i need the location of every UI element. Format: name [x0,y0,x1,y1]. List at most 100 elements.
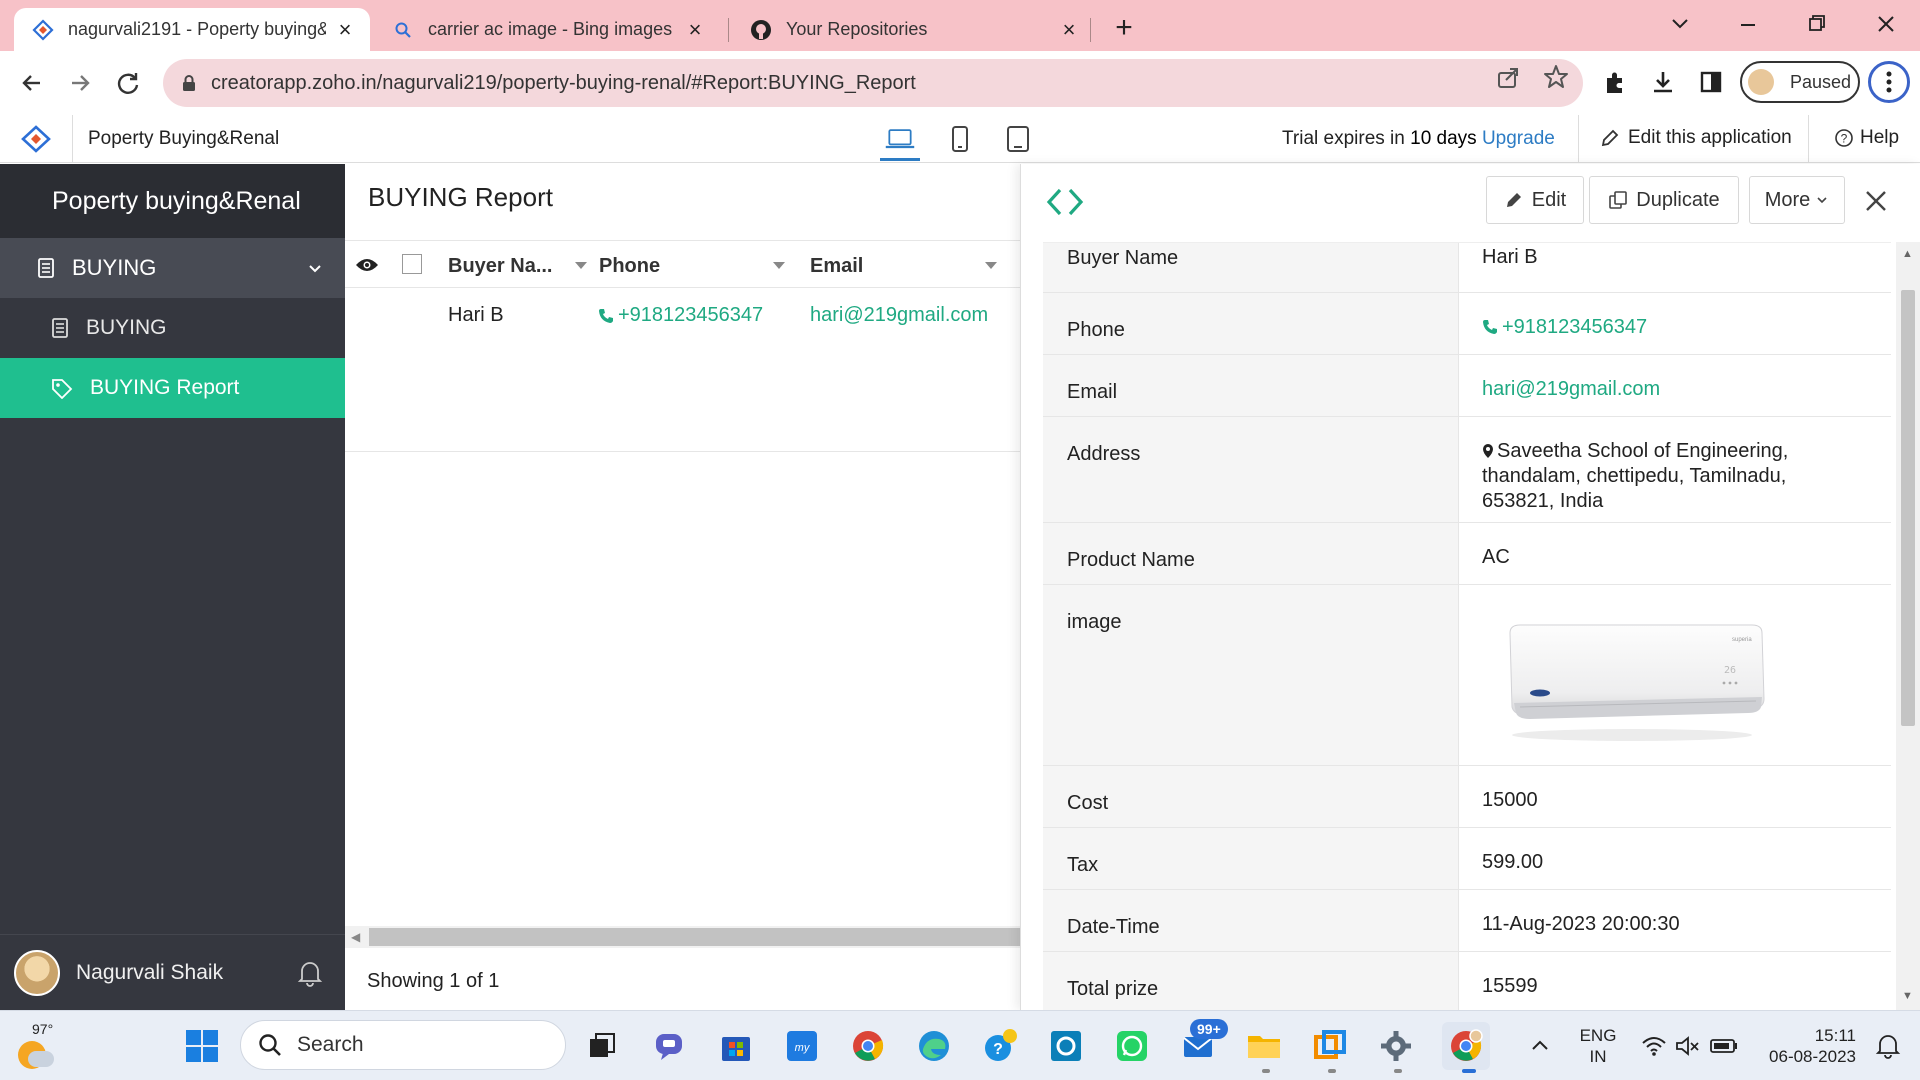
sidebar-group-buying[interactable]: BUYING [0,238,345,298]
settings-gear-icon[interactable] [1376,1026,1416,1066]
pencil-icon [1506,193,1521,207]
new-tab-button[interactable]: + [1106,10,1142,46]
reload-button[interactable] [110,65,146,101]
eye-icon[interactable] [355,257,379,273]
language-indicator[interactable]: ENG IN [1576,1025,1620,1067]
volume-muted-icon[interactable] [1668,1026,1708,1066]
edge-icon[interactable] [914,1026,954,1066]
show-hidden-icons[interactable] [1520,1026,1560,1066]
tab-github-repos[interactable]: Your Repositories × [732,8,1094,51]
zoho-creator-logo[interactable] [20,125,52,153]
sidebar-user[interactable]: Nagurvali Shaik [0,934,345,1010]
field-label: Tax [1043,828,1458,889]
more-actions-button[interactable]: More [1749,176,1845,224]
restore-icon[interactable] [1796,6,1836,42]
tablet-view-icon[interactable] [1002,124,1034,154]
scroll-down-icon[interactable]: ▼ [1902,990,1913,1002]
microsoft-store-icon[interactable] [716,1026,756,1066]
tab-bing-images[interactable]: carrier ac image - Bing images × [374,8,720,51]
close-icon[interactable] [1863,188,1889,214]
field-value: superia 26 [1458,585,1873,765]
ac-display-text: 26 [1724,665,1736,676]
sidebar-item-buying-form[interactable]: BUYING [0,298,345,358]
scrollbar-thumb[interactable] [1901,290,1915,726]
bell-icon[interactable] [297,959,323,987]
air-conditioner-image[interactable]: superia 26 [1474,603,1784,743]
task-view-icon[interactable] [582,1026,622,1066]
field-row-product-name: Product Name AC [1043,523,1891,585]
tab-title: carrier ac image - Bing images [428,19,673,39]
chrome-profile-icon[interactable] [1442,1022,1490,1070]
code-nav-icon[interactable] [1045,186,1085,218]
help-icon: ? [1835,129,1853,147]
file-explorer-icon[interactable] [1244,1026,1284,1066]
field-value[interactable]: +918123456347 [1458,293,1873,354]
field-value[interactable]: hari@219gmail.com [1458,355,1873,416]
language-code: ENG [1579,1026,1617,1045]
minimize-icon[interactable] [1728,6,1768,42]
sort-caret-icon[interactable] [773,262,785,269]
chevron-down-icon[interactable] [305,258,325,278]
desktop-view-icon[interactable] [884,124,916,154]
download-icon[interactable] [1646,65,1680,99]
sort-caret-icon[interactable] [985,262,997,269]
tab-zoho-app[interactable]: nagurvali2191 - Poperty buying& × [14,8,370,51]
temperature: 97° [32,1021,54,1037]
bookmark-star-icon[interactable] [1542,63,1570,91]
help-button[interactable]: ? Help [1834,127,1899,149]
taskbar-search[interactable]: Search [240,1020,566,1070]
tab-close-icon[interactable]: × [334,18,356,41]
cell-phone[interactable]: +918123456347 [598,304,763,327]
chrome-icon[interactable] [848,1026,888,1066]
field-label: Email [1043,355,1458,416]
edit-application-button[interactable]: Edit this application [1600,127,1792,149]
tab-close-icon[interactable]: × [1058,18,1080,41]
horizontal-scrollbar[interactable]: ◀ [345,926,1020,948]
lock-icon [179,73,199,93]
url-text: creatorapp.zoho.in/nagurvali219/poperty-… [211,71,916,94]
sort-caret-icon[interactable] [575,262,587,269]
vertical-scrollbar[interactable]: ▲ ▼ [1896,242,1920,1010]
teams-chat-icon[interactable] [650,1026,690,1066]
address-bar[interactable]: creatorapp.zoho.in/nagurvali219/poperty-… [163,59,1583,107]
column-header-buyer-name[interactable]: Buyer Na... [448,255,552,278]
close-window-icon[interactable] [1866,6,1906,42]
running-indicator [1462,1069,1476,1073]
mobile-view-icon[interactable] [944,124,976,154]
battery-icon[interactable] [1704,1026,1744,1066]
scroll-left-icon[interactable]: ◀ [351,930,360,944]
tab-close-icon[interactable]: × [684,18,706,41]
profile-button[interactable]: Paused [1740,61,1860,103]
whatsapp-icon[interactable] [1112,1026,1152,1066]
upgrade-link[interactable]: Upgrade [1482,128,1555,149]
table-row[interactable]: Hari B +918123456347 hari@219gmail.com [345,288,1020,452]
column-header-phone[interactable]: Phone [599,255,660,278]
edit-record-button[interactable]: Edit [1486,176,1584,224]
sidebar-item-buying-report[interactable]: BUYING Report [0,358,345,418]
select-all-checkbox[interactable] [402,254,422,274]
scrollbar-thumb[interactable] [369,928,1020,946]
forward-button[interactable] [62,65,98,101]
duplicate-record-button[interactable]: Duplicate [1589,176,1739,224]
cell-email[interactable]: hari@219gmail.com [810,304,988,327]
header-divider [1808,115,1809,163]
tab-search-icon[interactable] [1660,6,1700,42]
share-icon[interactable] [1494,63,1522,91]
back-button[interactable] [14,65,50,101]
cloud-icon [28,1051,54,1067]
side-panel-icon[interactable] [1694,65,1728,99]
weather-widget[interactable]: 97° [14,1021,62,1071]
extensions-icon[interactable] [1598,65,1632,99]
start-icon[interactable] [182,1026,222,1066]
address-line: thandalam, chettipedu, Tamilnadu, [1482,465,1787,487]
hp-app-icon[interactable]: my [782,1026,822,1066]
browser-menu-button[interactable] [1868,61,1910,103]
system-clock[interactable]: 15:11 06-08-2023 [1752,1025,1856,1067]
office-app-icon[interactable] [1310,1026,1350,1066]
cortana-icon[interactable] [1046,1026,1086,1066]
get-help-icon[interactable]: ? [980,1026,1020,1066]
notification-center-icon[interactable] [1868,1026,1908,1066]
record-count-prefix: Showing [367,970,444,992]
column-header-email[interactable]: Email [810,255,863,278]
scroll-up-icon[interactable]: ▲ [1902,248,1913,260]
